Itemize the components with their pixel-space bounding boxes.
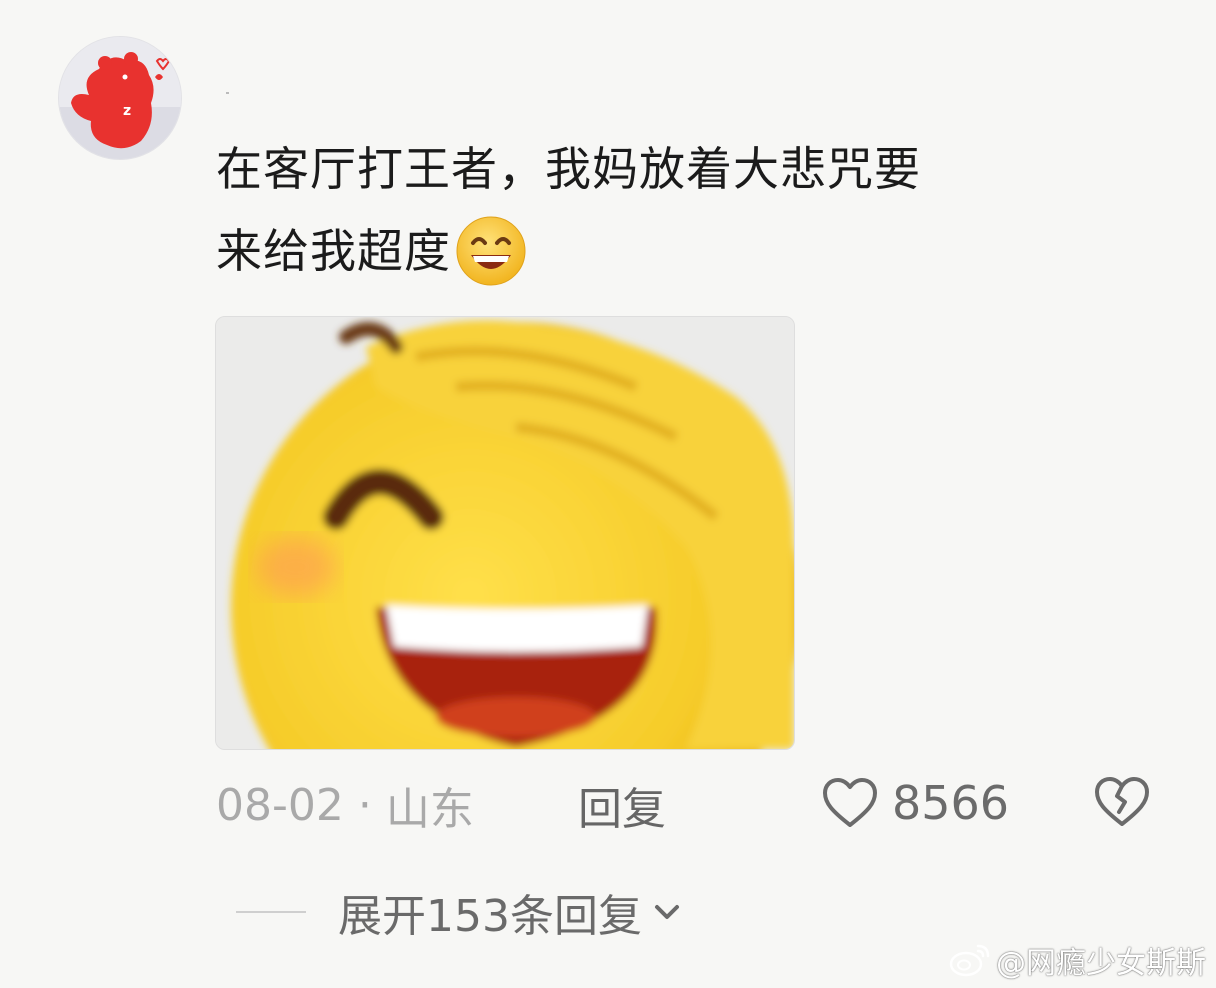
comment-line-2: 来给我超度 [216,224,451,278]
like-button[interactable]: 8566 [822,772,1009,834]
svg-text:z: z [123,103,131,119]
like-count: 8566 [892,776,1010,830]
comment-date: 08-02 [216,779,344,831]
weibo-logo-icon [949,944,990,977]
red-bear-avatar-icon: z [59,37,181,159]
expand-replies-label: 展开153条回复 [338,891,642,942]
dislike-button[interactable] [1094,776,1150,828]
reply-button[interactable]: 回复 [578,775,666,835]
weibo-watermark: @网瘾少女斯斯 [948,938,1206,982]
expand-replies-button[interactable]: 展开153条回复 [236,882,684,942]
watermark-text: @网瘾少女斯斯 [996,946,1206,981]
divider-dot [226,92,229,94]
grinning-face-icon [453,213,529,289]
chevron-down-icon [650,895,684,929]
comment-location: 山东 [385,784,474,835]
broken-heart-icon [1095,777,1149,826]
facepalm-laugh-emoji-sticker[interactable] [215,316,795,750]
comment-text: 在客厅打王者，我妈放着大悲咒要 来给我超度 [216,128,1156,292]
facepalm-laughing-face-icon [216,317,794,749]
avatar[interactable]: z [58,36,182,160]
meta-separator: · [357,779,372,831]
comment-meta: 08-02 · 山东 [216,775,474,836]
heart-icon [823,778,877,827]
comment-line-1: 在客厅打王者，我妈放着大悲咒要 [216,142,921,196]
expand-divider-line [236,911,306,913]
